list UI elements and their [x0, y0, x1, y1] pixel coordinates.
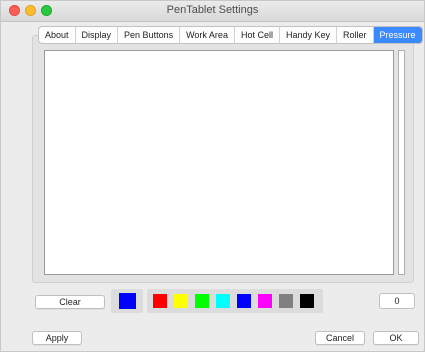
- tab-pressure[interactable]: Pressure: [373, 27, 422, 43]
- tab-hot-cell[interactable]: Hot Cell: [235, 27, 280, 43]
- title-bar[interactable]: PenTablet Settings: [1, 1, 424, 22]
- color-swatch-gray[interactable]: [279, 294, 293, 308]
- settings-tabs: About Display Pen Buttons Work Area Hot …: [38, 26, 423, 44]
- tab-handy-key[interactable]: Handy Key: [280, 27, 337, 43]
- pressure-panel: [32, 35, 414, 283]
- clear-button[interactable]: Clear: [35, 295, 105, 309]
- color-palette: [147, 289, 323, 313]
- color-swatch-cyan[interactable]: [216, 294, 230, 308]
- color-swatch-magenta[interactable]: [258, 294, 272, 308]
- tab-roller[interactable]: Roller: [337, 27, 374, 43]
- window-title: PenTablet Settings: [166, 4, 259, 16]
- selected-color-well: [111, 289, 143, 313]
- pressure-test-canvas[interactable]: [44, 50, 394, 275]
- settings-window: PenTablet Settings About Display Pen But…: [0, 0, 425, 352]
- pressure-level-bar: [398, 50, 405, 275]
- cancel-button[interactable]: Cancel: [315, 331, 365, 345]
- color-swatch-yellow[interactable]: [174, 294, 188, 308]
- tab-pen-buttons[interactable]: Pen Buttons: [118, 27, 181, 43]
- pressure-value-field: 0: [379, 293, 415, 309]
- selected-color-swatch[interactable]: [119, 293, 136, 309]
- tab-display[interactable]: Display: [76, 27, 119, 43]
- color-swatch-red[interactable]: [153, 294, 167, 308]
- color-swatch-green[interactable]: [195, 294, 209, 308]
- ok-button[interactable]: OK: [373, 331, 419, 345]
- color-swatch-blue[interactable]: [237, 294, 251, 308]
- apply-button[interactable]: Apply: [32, 331, 82, 345]
- tab-about[interactable]: About: [39, 27, 76, 43]
- color-swatch-black[interactable]: [300, 294, 314, 308]
- tab-work-area[interactable]: Work Area: [180, 27, 235, 43]
